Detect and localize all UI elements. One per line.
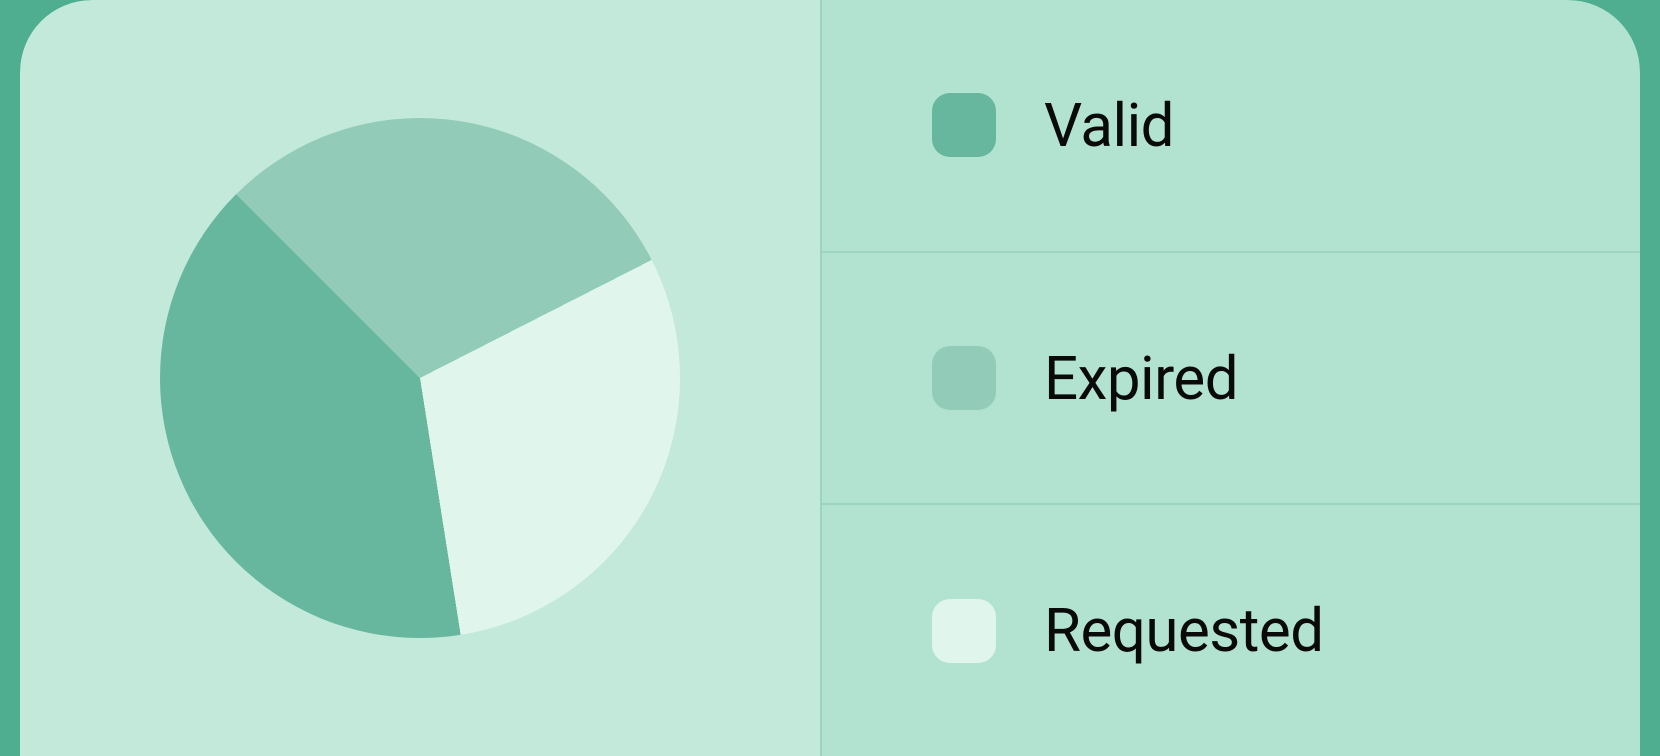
legend-panel: Valid Expired Requested: [820, 0, 1640, 756]
legend-label-requested: Requested: [1044, 595, 1324, 666]
legend-label-expired: Expired: [1044, 343, 1238, 414]
legend-item-valid[interactable]: Valid: [822, 0, 1640, 253]
status-card: Valid Expired Requested: [20, 0, 1640, 756]
status-pie-chart: [160, 118, 680, 638]
swatch-valid-icon: [932, 93, 996, 157]
legend-item-expired[interactable]: Expired: [822, 253, 1640, 506]
legend-label-valid: Valid: [1044, 90, 1174, 161]
swatch-expired-icon: [932, 346, 996, 410]
swatch-requested-icon: [932, 599, 996, 663]
legend-item-requested[interactable]: Requested: [822, 505, 1640, 756]
pie-chart-panel: [20, 0, 820, 756]
